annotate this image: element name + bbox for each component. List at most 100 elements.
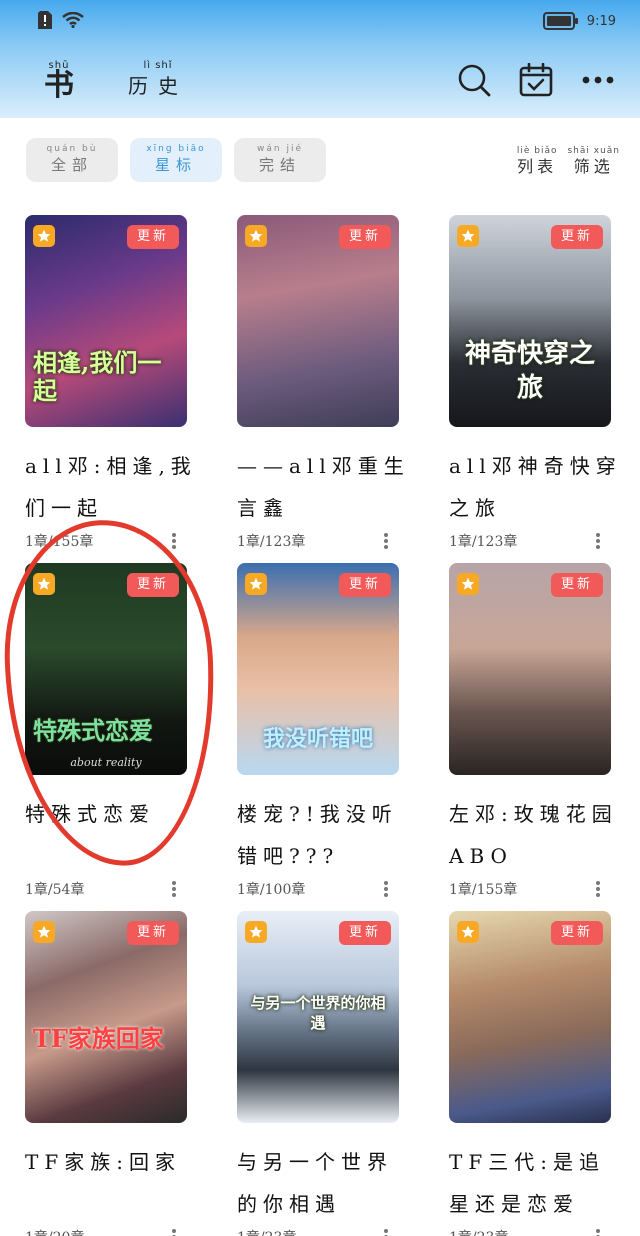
book-cover[interactable]: 更新 神奇快穿之旅 [449,215,611,427]
filter-all-label: 全部 [50,156,93,174]
book-more-button[interactable] [377,1227,395,1236]
book-more-button[interactable] [589,1227,607,1236]
book-progress: 1章/23章 [237,1227,296,1236]
list-view-label: 列表 [517,157,558,176]
book-cover[interactable]: 更新 [237,215,399,427]
book-card[interactable]: 更新 与另一个世界的你相遇 与另一个世界的你相遇 1章/23章 [237,911,413,1236]
book-progress: 1章/54章 [25,882,85,898]
update-badge: 更新 [339,225,391,249]
book-meta: 1章/123章 [449,531,607,551]
update-badge: 更新 [127,573,179,597]
book-more-button[interactable] [165,531,183,551]
star-icon [457,921,479,943]
filter-all[interactable]: quán bù 全部 [26,138,118,182]
star-icon [457,225,479,247]
star-icon [245,573,267,595]
list-view-button[interactable]: liè biǎo 列表 [517,146,558,178]
book-progress: 1章/155章 [449,882,518,898]
tab-history[interactable]: lì shǐ 历史 [128,60,188,100]
book-more-button[interactable] [589,879,607,899]
list-view-pinyin: liè biǎo [516,146,558,156]
top-header: 9:19 shū 书 lì shǐ 历史 [0,0,640,118]
update-badge: 更新 [339,573,391,597]
more-menu-button[interactable] [580,62,616,98]
book-title: TF家族:回家 [25,1150,181,1174]
filter-starred[interactable]: xīng biāo 星标 [130,138,222,182]
book-card[interactable]: 更新 相逢,我们一起 all邓:相逢,我们一起 1章/155章 [25,215,201,551]
cover-subtitle: about reality [70,756,142,769]
book-meta: 1章/20章 [25,1227,183,1236]
search-icon [458,64,491,97]
tab-history-label: 历史 [128,74,188,98]
status-left [38,11,84,29]
book-card[interactable]: 更新 TF家族回家 TF家族:回家 1章/20章 [25,911,201,1236]
battery-icon [542,12,578,30]
book-title: 左邓:玫瑰花园ABO [449,802,618,868]
book-progress: 1章/155章 [25,534,94,550]
book-card[interactable]: 更新 ——all邓重生言鑫 1章/123章 [237,215,413,551]
cover-caption: 特殊式恋爱 [33,716,153,745]
update-badge: 更新 [551,921,603,945]
filter-button[interactable]: shāi xuǎn 筛选 [567,146,620,178]
book-cover[interactable]: 更新 相逢,我们一起 [25,215,187,427]
book-progress: 1章/123章 [449,534,518,550]
book-progress: 1章/20章 [25,1227,84,1236]
book-progress: 1章/123章 [237,534,306,550]
wifi-icon [62,12,84,28]
book-card[interactable]: 更新 TF三代:是追星还是恋爱 1章/23章 [449,911,625,1236]
book-more-button[interactable] [165,879,183,899]
filter-chips: quán bù 全部 xīng biāo 星标 wán jié 完结 [26,138,326,182]
tab-bookshelf[interactable]: shū 书 [44,60,74,103]
book-meta: 1章/155章 [25,531,183,551]
cover-caption: TF家族回家 [33,1024,164,1053]
book-title: ——all邓重生言鑫 [237,454,410,520]
book-more-button[interactable] [589,531,607,551]
more-icon [582,76,614,84]
update-badge: 更新 [127,225,179,249]
book-card[interactable]: 更新 神奇快穿之旅 all邓神奇快穿之旅 1章/123章 [449,215,625,551]
calendar-button[interactable] [518,62,554,98]
book-cover[interactable]: 更新 特殊式恋爱 about reality [25,563,187,775]
cover-caption: 我没听错吧 [262,726,373,752]
star-icon [33,573,55,595]
book-card[interactable]: 更新 特殊式恋爱 about reality 特殊式恋爱 1章/54章 [25,563,201,899]
update-badge: 更新 [551,225,603,249]
status-right: 9:19 [542,12,616,30]
book-meta: 1章/54章 [25,879,183,899]
book-title: TF三代:是追星还是恋爱 [449,1150,605,1216]
book-cover[interactable]: 更新 [449,911,611,1123]
calendar-check-icon [519,63,553,97]
book-more-button[interactable] [165,1227,183,1236]
alert-sim-icon [38,11,52,29]
star-icon [457,573,479,595]
book-meta: 1章/155章 [449,879,607,899]
star-icon [33,225,55,247]
update-badge: 更新 [551,573,603,597]
book-more-button[interactable] [377,879,395,899]
header-actions [456,62,616,98]
book-card[interactable]: 更新 左邓:玫瑰花园ABO 1章/155章 [449,563,625,899]
book-meta: 1章/23章 [237,1227,395,1236]
filter-button-label: 筛选 [573,157,614,176]
cover-caption: 与另一个世界的你相遇 [250,994,386,1032]
filter-button-pinyin: shāi xuǎn [567,146,620,156]
book-title: all邓神奇快穿之旅 [449,454,622,520]
filter-completed-pinyin: wán jié [257,144,303,154]
tab-bookshelf-label: 书 [44,68,74,103]
book-progress: 1章/100章 [237,882,306,898]
search-button[interactable] [456,62,492,98]
book-more-button[interactable] [377,531,395,551]
book-cover[interactable]: 更新 我没听错吧 [237,563,399,775]
book-cover[interactable]: 更新 TF家族回家 [25,911,187,1123]
book-card[interactable]: 更新 我没听错吧 楼宠?!我没听错吧??? 1章/100章 [237,563,413,899]
book-title: all邓:相逢,我们一起 [25,454,197,520]
filter-completed[interactable]: wán jié 完结 [234,138,326,182]
book-cover[interactable]: 更新 [449,563,611,775]
book-meta: 1章/123章 [237,531,395,551]
cover-caption: 神奇快穿之旅 [464,339,595,403]
tab-history-pinyin: lì shǐ [143,60,173,71]
filter-all-pinyin: quán bù [46,144,98,154]
view-options: liè biǎo 列表 shāi xuǎn 筛选 [517,146,620,178]
star-icon [245,921,267,943]
book-cover[interactable]: 更新 与另一个世界的你相遇 [237,911,399,1123]
